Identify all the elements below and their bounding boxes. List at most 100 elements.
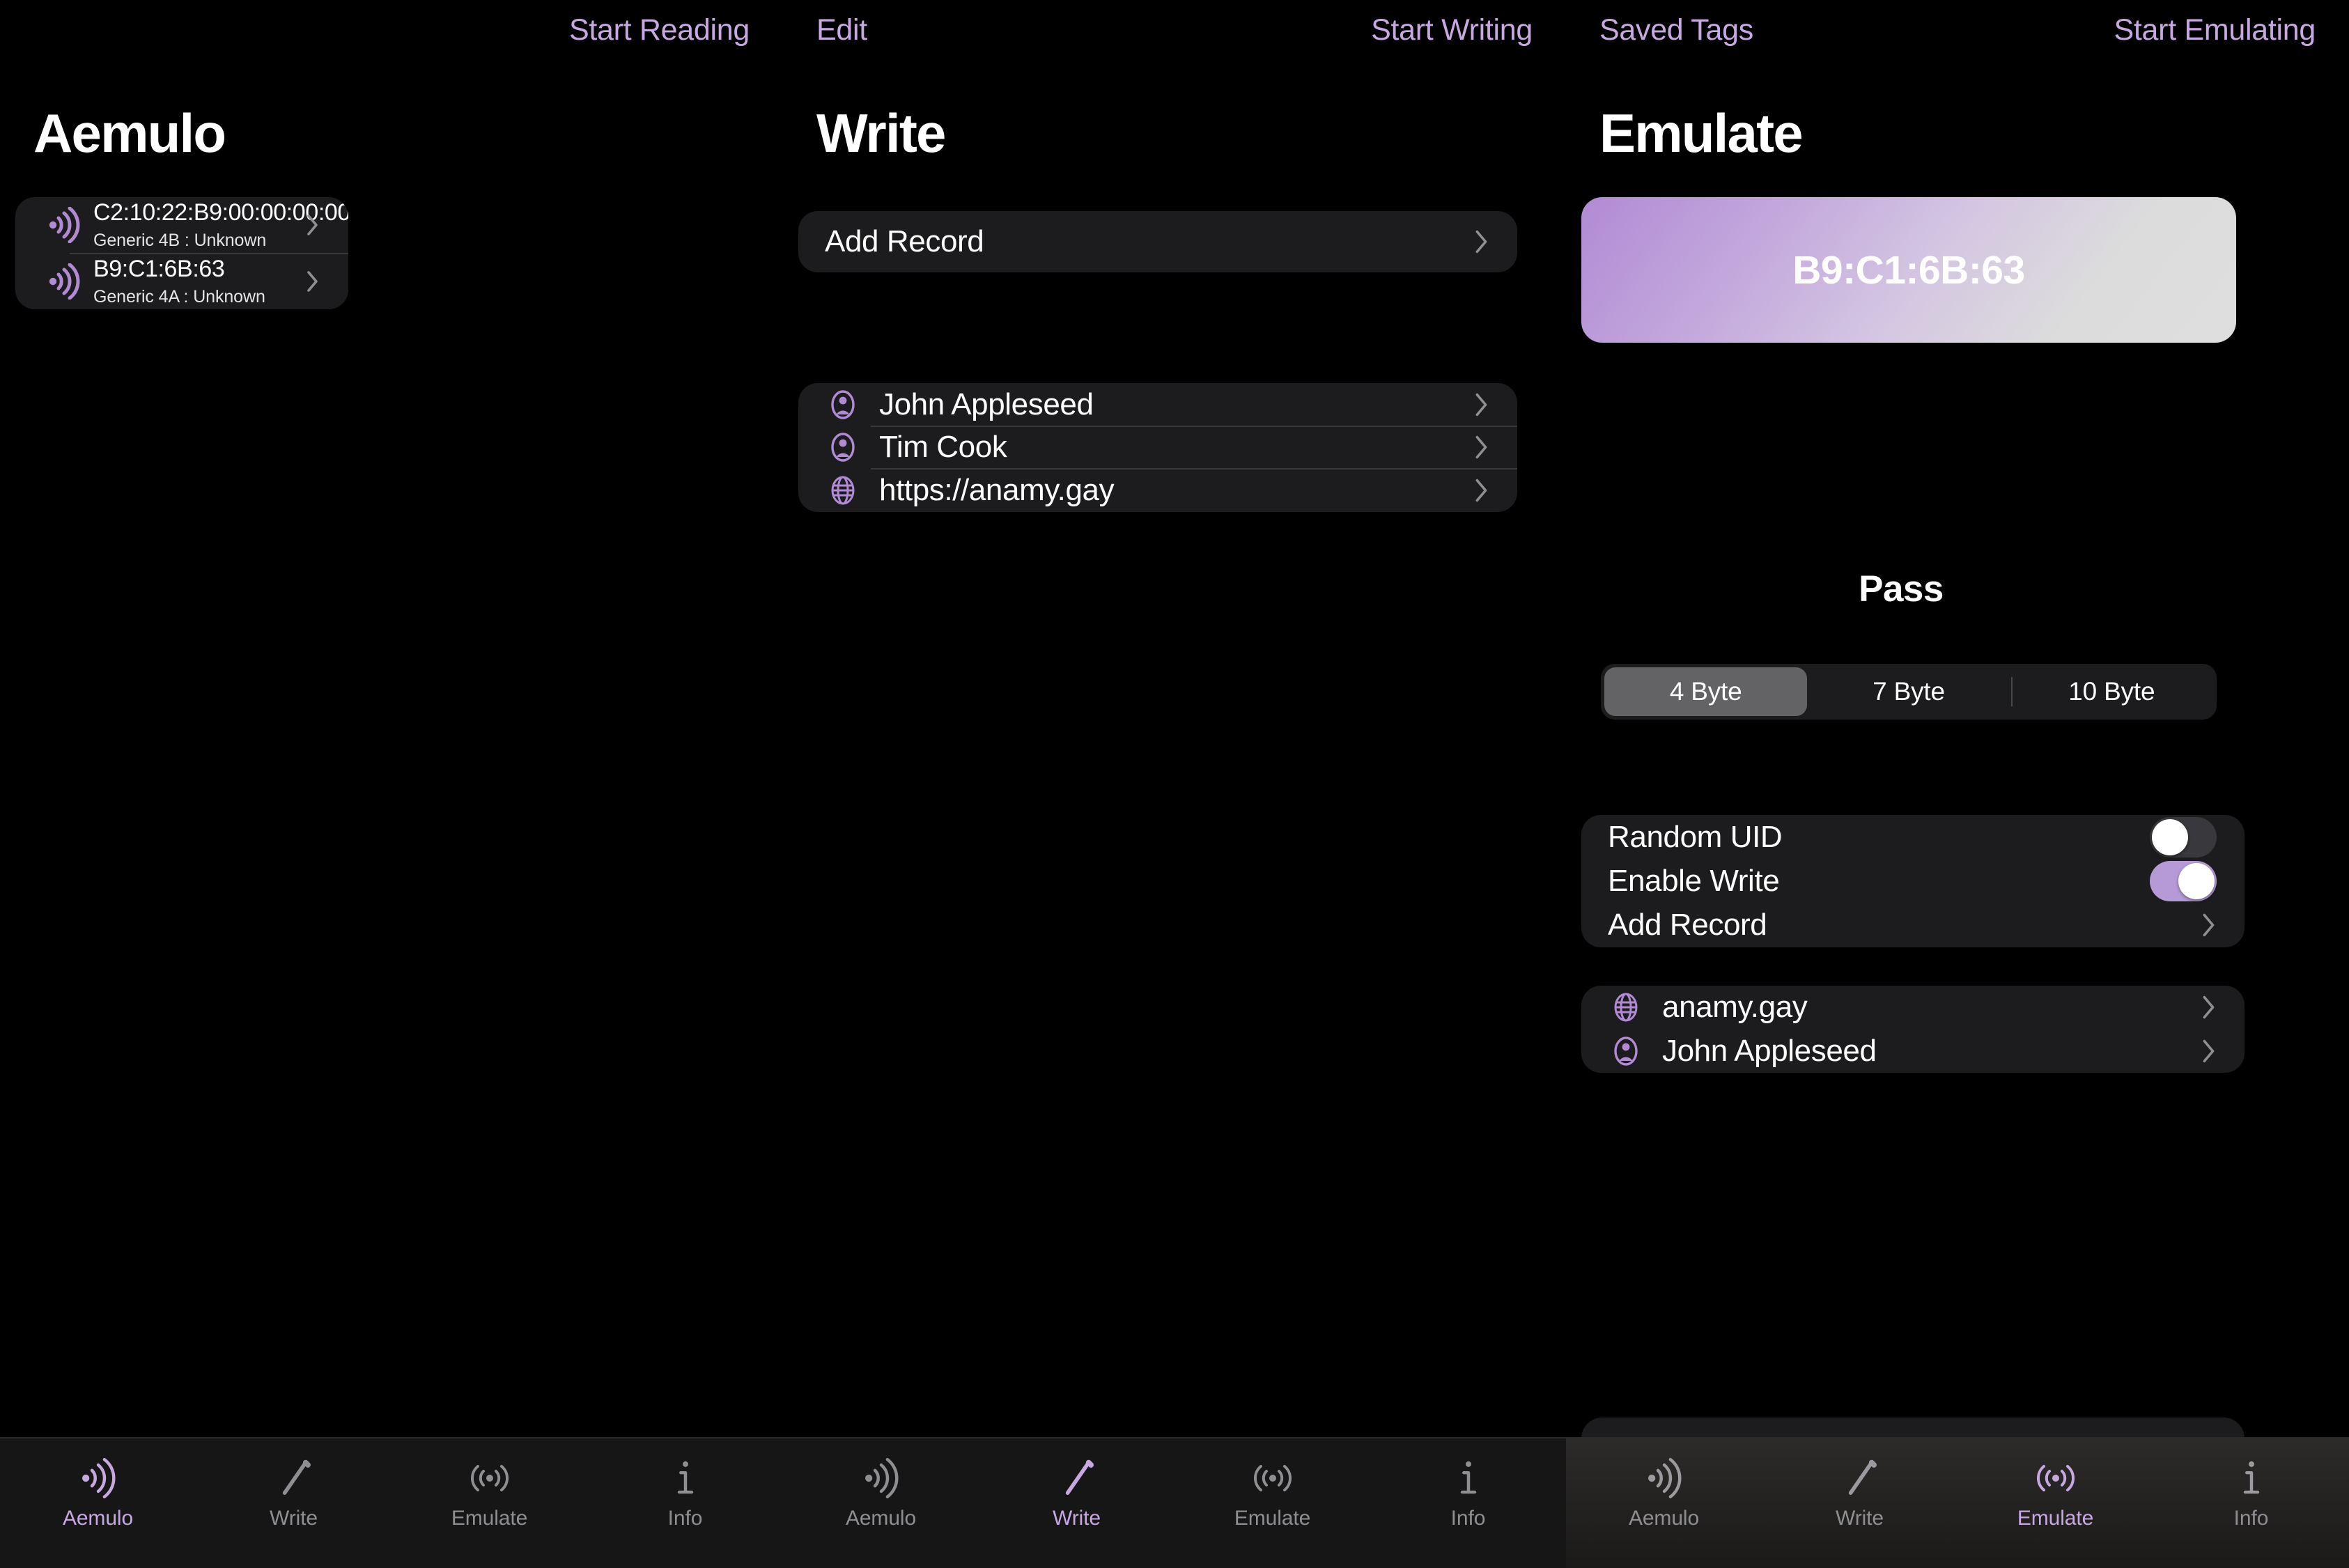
- chevron-right-icon: [2201, 993, 2217, 1021]
- tab-aemulo[interactable]: Aemulo: [1566, 1438, 1762, 1530]
- record-label: Tim Cook: [879, 429, 1007, 464]
- emulate-record-list-card: anamy.gay John Appleseed: [1581, 986, 2245, 1073]
- toggle-knob: [2152, 818, 2188, 855]
- chevron-right-icon: [305, 211, 320, 239]
- nfc-wave-icon: [862, 1455, 901, 1501]
- chevron-right-icon: [1474, 476, 1489, 504]
- table-row[interactable]: B9:C1:6B:63 Generic 4A : Unknown: [15, 253, 348, 309]
- tab-aemulo[interactable]: Aemulo: [783, 1438, 979, 1530]
- list-item[interactable]: John Appleseed: [798, 383, 1517, 426]
- navbar-emulate: Saved Tags Start Emulating: [1566, 0, 2349, 60]
- tab-write[interactable]: Write: [979, 1438, 1174, 1530]
- tab-emulate[interactable]: Emulate: [392, 1438, 587, 1530]
- record-label: John Appleseed: [879, 387, 1094, 421]
- uid-length-segmented-control[interactable]: 4 Byte 7 Byte 10 Byte: [1601, 664, 2217, 720]
- tab-label: Info: [2233, 1507, 2269, 1530]
- status-badge: Pass: [1859, 568, 1944, 610]
- toggle-knob: [2178, 862, 2215, 899]
- globe-icon: [825, 475, 861, 506]
- record-list-card: John Appleseed Tim Cook https://anamy.ga…: [798, 383, 1517, 512]
- app-screen: Start Reading Aemulo C2:10:22:B9:00:00:0…: [0, 0, 2349, 1568]
- tab-info[interactable]: Info: [2153, 1438, 2349, 1530]
- tab-aemulo[interactable]: Aemulo: [0, 1438, 196, 1530]
- record-label: https://anamy.gay: [879, 472, 1115, 507]
- tab-info[interactable]: Info: [587, 1438, 783, 1530]
- info-icon: [1449, 1455, 1488, 1501]
- broadcast-icon: [1251, 1455, 1294, 1501]
- page-title-aemulo: Aemulo: [33, 102, 226, 164]
- navbar-write: Edit Start Writing: [783, 0, 1566, 60]
- add-record-card[interactable]: Add Record: [798, 211, 1517, 272]
- page-title-emulate: Emulate: [1599, 102, 1804, 164]
- tab-info[interactable]: Info: [1370, 1438, 1566, 1530]
- saved-tags-button[interactable]: Saved Tags: [1599, 15, 1753, 45]
- tab-label: Emulate: [451, 1507, 528, 1530]
- setting-row-random-uid[interactable]: Random UID: [1581, 815, 2245, 859]
- broadcast-icon: [2034, 1455, 2077, 1501]
- tab-emulate[interactable]: Emulate: [1174, 1438, 1370, 1530]
- emulate-tag-card[interactable]: B9:C1:6B:63: [1581, 197, 2236, 343]
- info-icon: [2232, 1455, 2271, 1501]
- emulate-settings-card: Random UID Enable Write Add Record: [1581, 815, 2245, 947]
- tabbar-emulate: Aemulo Write Emulate Info: [1566, 1437, 2349, 1568]
- segment-7-byte[interactable]: 7 Byte: [1807, 667, 2010, 716]
- page-title-write: Write: [816, 102, 946, 164]
- start-writing-button[interactable]: Start Writing: [1371, 15, 1533, 45]
- chevron-right-icon: [1474, 391, 1489, 419]
- tab-write[interactable]: Write: [196, 1438, 392, 1530]
- list-item[interactable]: Tim Cook: [798, 426, 1517, 468]
- pane-write: Edit Start Writing Write Add Record John…: [783, 0, 1566, 1568]
- record-label: anamy.gay: [1662, 990, 1808, 1024]
- tab-label: Info: [1450, 1507, 1486, 1530]
- broadcast-icon: [468, 1455, 511, 1501]
- enable-write-toggle[interactable]: [2150, 860, 2217, 901]
- edit-button[interactable]: Edit: [816, 15, 867, 45]
- chevron-right-icon: [1474, 228, 1489, 256]
- tab-label: Write: [1836, 1507, 1884, 1530]
- emulate-uid-label: B9:C1:6B:63: [1792, 247, 2025, 293]
- chevron-right-icon: [1474, 433, 1489, 461]
- setting-row-enable-write[interactable]: Enable Write: [1581, 859, 2245, 903]
- pencil-icon: [274, 1455, 313, 1501]
- tab-label: Info: [667, 1507, 703, 1530]
- chevron-right-icon: [305, 267, 320, 295]
- tag-subtitle: Generic 4B : Unknown: [93, 231, 267, 250]
- nfc-wave-icon: [42, 207, 86, 243]
- tab-label: Emulate: [1234, 1507, 1311, 1530]
- add-record-row[interactable]: Add Record: [798, 211, 1517, 272]
- tag-list-card: C2:10:22:B9:00:00:00:00:11:71:71 Generic…: [15, 197, 348, 309]
- tag-subtitle: Generic 4A : Unknown: [93, 286, 265, 306]
- tab-label: Write: [270, 1507, 318, 1530]
- nfc-wave-icon: [79, 1455, 118, 1501]
- segment-4-byte[interactable]: 4 Byte: [1604, 667, 1808, 716]
- tag-uid: C2:10:22:B9:00:00:00:00:11:71:71: [93, 199, 348, 226]
- tabbar-write: Aemulo Write Emulate Info: [783, 1437, 1566, 1568]
- nfc-wave-icon: [1645, 1455, 1684, 1501]
- chevron-right-icon: [2201, 911, 2217, 939]
- tab-label: Emulate: [2017, 1507, 2094, 1530]
- table-row[interactable]: C2:10:22:B9:00:00:00:00:11:71:71 Generic…: [15, 197, 348, 253]
- info-icon: [666, 1455, 705, 1501]
- setting-label: Add Record: [1608, 908, 1767, 942]
- segment-10-byte[interactable]: 10 Byte: [2010, 667, 2213, 716]
- tab-write[interactable]: Write: [1762, 1438, 1957, 1530]
- person-circle-icon: [825, 432, 861, 463]
- pencil-icon: [1057, 1455, 1096, 1501]
- nfc-wave-icon: [42, 263, 86, 300]
- tag-uid: B9:C1:6B:63: [93, 255, 225, 282]
- list-item[interactable]: https://anamy.gay: [798, 468, 1517, 512]
- list-item[interactable]: anamy.gay: [1581, 986, 2245, 1029]
- list-item[interactable]: John Appleseed: [1581, 1029, 2245, 1073]
- pane-aemulo: Start Reading Aemulo C2:10:22:B9:00:00:0…: [0, 0, 783, 1568]
- random-uid-toggle[interactable]: [2150, 816, 2217, 857]
- tab-label: Aemulo: [62, 1507, 134, 1530]
- start-reading-button[interactable]: Start Reading: [569, 15, 750, 45]
- start-emulating-button[interactable]: Start Emulating: [2114, 15, 2316, 45]
- setting-row-add-record[interactable]: Add Record: [1581, 903, 2245, 947]
- tabbar-aemulo: Aemulo Write Emulate Info: [0, 1437, 783, 1568]
- tab-emulate[interactable]: Emulate: [1957, 1438, 2153, 1530]
- record-label: John Appleseed: [1662, 1033, 1877, 1068]
- add-record-label: Add Record: [825, 224, 984, 258]
- globe-icon: [1608, 992, 1644, 1023]
- person-circle-icon: [825, 389, 861, 420]
